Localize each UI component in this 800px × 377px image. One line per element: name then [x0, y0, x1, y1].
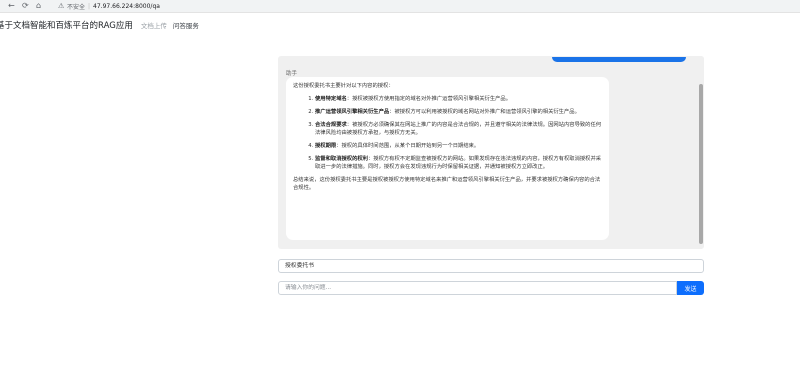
answer-summary: 总结来说，这份授权委托书主要是授权被授权方使用特定域名来推广和运营领风引擎相关衍… [293, 177, 601, 191]
brand-title[interactable]: 基于文档智能和百炼平台的RAG应用 [0, 19, 133, 31]
list-item: 合法合规要求：被授权方必须确保其在网站上推广的内容是合法合规的，并且遵守相关的法… [315, 121, 602, 137]
address-bar[interactable]: ⚠ 不安全 | 47.97.66.224:8000/qa [58, 1, 160, 11]
chat-history[interactable]: 助手 这份授权委托书主要针对以下内容的授权： 使用特定域名：授权被授权方使用指定… [278, 56, 704, 249]
list-item-text: ：被授权方可以利用被授权的域名网站对外推广和运营领风引擎的相关衍生产品。 [389, 109, 580, 115]
answer-intro: 这份授权委托书主要针对以下内容的授权： [293, 83, 394, 89]
list-item-text: ：授权的具体时间范围，从某个日期开始到另一个日期结束。 [336, 143, 480, 149]
nav-link-qa[interactable]: 问答服务 [173, 20, 199, 30]
list-item-title: 合法合规要求 [315, 122, 347, 128]
list-item-title: 使用特定域名 [315, 96, 347, 102]
user-message-bubble [552, 57, 686, 62]
url-text[interactable]: 47.97.66.224:8000/qa [93, 3, 160, 10]
send-button[interactable]: 发送 [677, 281, 704, 295]
list-item: 使用特定域名：授权被授权方使用指定的域名对外推广运营领风引擎相关衍生产品。 [315, 95, 602, 103]
nav-link-upload[interactable]: 文档上传 [141, 20, 167, 30]
list-item: 授权期限：授权的具体时间范围，从某个日期开始到另一个日期结束。 [315, 142, 602, 150]
last-query-field[interactable]: 授权委托书 [278, 259, 704, 273]
security-label[interactable]: 不安全 [67, 2, 85, 11]
question-input[interactable] [278, 281, 677, 295]
refresh-icon[interactable]: ⟳ [22, 1, 29, 11]
scrollbar-thumb[interactable] [699, 84, 703, 244]
list-item-title: 监督和取消授权的权利 [315, 156, 368, 162]
browser-toolbar: ← ⟳ ⌂ ⚠ 不安全 | 47.97.66.224:8000/qa [0, 0, 800, 13]
back-icon[interactable]: ← [8, 1, 15, 11]
answer-list: 使用特定域名：授权被授权方使用指定的域名对外推广运营领风引擎相关衍生产品。 推广… [293, 95, 602, 171]
list-item-text: ：授权被授权方使用指定的域名对外推广运营领风引擎相关衍生产品。 [346, 96, 512, 102]
assistant-message-bubble: 这份授权委托书主要针对以下内容的授权： 使用特定域名：授权被授权方使用指定的域名… [286, 77, 609, 240]
url-separator: | [88, 2, 91, 10]
list-item-title: 推广运营领风引擎相关衍生产品 [315, 109, 390, 115]
warning-icon: ⚠ [58, 1, 65, 10]
list-item: 监督和取消授权的权利：授权方有权不定期监查被授权方的网站。如果发现存在违法违规的… [315, 155, 602, 171]
list-item-title: 授权期限 [315, 143, 337, 149]
list-item: 推广运营领风引擎相关衍生产品：被授权方可以利用被授权的域名网站对外推广和运营领风… [315, 108, 602, 116]
list-item-text: ：被授权方必须确保其在网站上推广的内容是合法合规的，并且遵守相关的法律法规。因网… [315, 122, 602, 136]
sender-label: 助手 [286, 71, 298, 77]
app-navbar: 基于文档智能和百炼平台的RAG应用 文档上传 问答服务 [0, 16, 800, 34]
home-icon[interactable]: ⌂ [36, 1, 41, 11]
